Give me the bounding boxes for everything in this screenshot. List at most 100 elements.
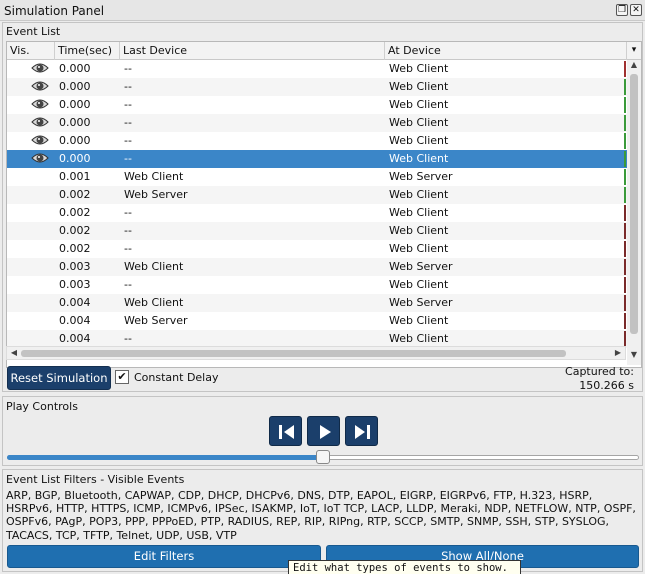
visibility-cell[interactable] [31,187,51,205]
visibility-cell[interactable] [31,169,51,187]
visibility-cell[interactable] [31,277,51,295]
column-header-vis[interactable]: Vis. [7,42,55,60]
visibility-cell[interactable] [31,223,51,241]
horizontal-scroll-thumb[interactable] [21,350,566,357]
eye-icon[interactable] [31,79,51,97]
column-header-time[interactable]: Time(sec) [55,42,120,60]
step-forward-icon [355,425,370,439]
at-device-cell: Web Server [389,296,453,309]
event-color-marker [624,97,626,113]
time-cell: 0.002 [59,224,91,237]
event-color-marker [624,205,626,221]
table-row[interactable]: 0.004 Web Client Web Server [7,294,627,312]
table-row[interactable]: 0.002 Web Server Web Client [7,186,627,204]
eye-icon[interactable] [31,133,51,151]
scroll-right-icon[interactable]: ▶ [611,348,625,357]
edit-filters-button[interactable]: Edit Filters [7,545,321,568]
visibility-cell[interactable] [31,313,51,331]
last-device-cell: -- [124,62,132,75]
time-cell: 0.000 [59,152,91,165]
step-back-icon [279,425,294,439]
table-row[interactable]: 0.002 -- Web Client [7,240,627,258]
event-list-label: Event List [6,25,61,38]
last-device-cell: -- [124,134,132,147]
time-cell: 0.000 [59,62,91,75]
table-row[interactable]: 0.002 -- Web Client [7,204,627,222]
eye-icon[interactable] [31,97,51,115]
visibility-cell[interactable] [31,205,51,223]
panel-title-bar: Simulation Panel ❐ ✕ [0,0,645,21]
event-color-marker [624,223,626,239]
time-cell: 0.002 [59,188,91,201]
at-device-cell: Web Client [389,152,449,165]
visibility-cell[interactable] [31,295,51,313]
table-row[interactable]: 0.000 -- Web Client [7,132,627,150]
last-device-cell: -- [124,152,132,165]
constant-delay-checkbox[interactable]: ✔ [115,370,129,384]
last-device-cell: -- [124,116,132,129]
table-row[interactable]: 0.003 -- Web Client [7,276,627,294]
table-row[interactable]: 0.000 -- Web Client [7,114,627,132]
event-list-section: Event List Vis. Time(sec) Last Device At… [2,22,643,392]
eye-icon[interactable] [31,61,51,79]
column-header-at-device[interactable]: At Device [385,42,627,60]
vertical-scroll-thumb[interactable] [630,74,638,334]
time-cell: 0.004 [59,314,91,327]
table-row[interactable]: 0.000 -- Web Client [7,150,627,168]
table-row[interactable]: 0.002 -- Web Client [7,222,627,240]
eye-icon[interactable] [31,115,51,133]
scroll-up-icon[interactable]: ▲ [627,60,641,69]
last-device-cell: -- [124,98,132,111]
event-color-marker [624,259,626,275]
close-icon[interactable]: ✕ [630,4,642,16]
table-row[interactable]: 0.003 Web Client Web Server [7,258,627,276]
time-cell: 0.000 [59,98,91,111]
scroll-down-icon[interactable]: ▼ [627,350,641,359]
time-cell: 0.002 [59,206,91,219]
playback-slider-handle[interactable] [316,450,330,464]
step-back-button[interactable] [269,416,302,446]
at-device-cell: Web Client [389,134,449,147]
table-header: Vis. Time(sec) Last Device At Device [7,42,627,60]
reset-simulation-button[interactable]: Reset Simulation [7,366,111,390]
play-controls-section: Play Controls [2,396,643,466]
step-forward-button[interactable] [345,416,378,446]
at-device-cell: Web Client [389,116,449,129]
vertical-scrollbar[interactable]: ▲ ▼ [627,60,641,365]
time-cell: 0.000 [59,80,91,93]
play-button[interactable] [307,416,340,446]
event-color-marker [624,331,626,347]
at-device-cell: Web Client [389,98,449,111]
play-controls-label: Play Controls [6,400,78,413]
tooltip: Edit what types of events to show. [288,560,521,574]
at-device-cell: Web Client [389,314,449,327]
table-row[interactable]: 0.000 -- Web Client [7,78,627,96]
at-device-cell: Web Client [389,206,449,219]
table-row[interactable]: 0.000 -- Web Client [7,60,627,78]
table-row[interactable]: 0.000 -- Web Client [7,96,627,114]
time-cell: 0.003 [59,278,91,291]
horizontal-scrollbar[interactable]: ◀ ▶ [6,346,626,360]
last-device-cell: -- [124,278,132,291]
column-menu-icon[interactable]: ▾ [627,42,641,60]
time-cell: 0.000 [59,116,91,129]
captured-label: Captured to: [565,365,634,378]
event-color-marker [624,241,626,257]
last-device-cell: Web Client [124,260,184,273]
event-color-marker [624,133,626,149]
visibility-cell[interactable] [31,241,51,259]
event-filters-label: Event List Filters - Visible Events [6,473,185,486]
visibility-cell[interactable] [31,259,51,277]
table-row[interactable]: 0.004 Web Server Web Client [7,312,627,330]
event-color-marker [624,295,626,311]
event-rows: 0.000 -- Web Client 0.000 -- Web Client 0.000 -… [7,60,627,348]
at-device-cell: Web Server [389,260,453,273]
time-cell: 0.002 [59,242,91,255]
scroll-left-icon[interactable]: ◀ [7,348,21,357]
event-table[interactable]: Vis. Time(sec) Last Device At Device ▾ 0… [6,41,642,368]
eye-icon[interactable] [31,151,51,169]
column-header-last-device[interactable]: Last Device [120,42,385,60]
float-window-icon[interactable]: ❐ [616,4,628,16]
table-row[interactable]: 0.001 Web Client Web Server [7,168,627,186]
time-cell: 0.004 [59,296,91,309]
